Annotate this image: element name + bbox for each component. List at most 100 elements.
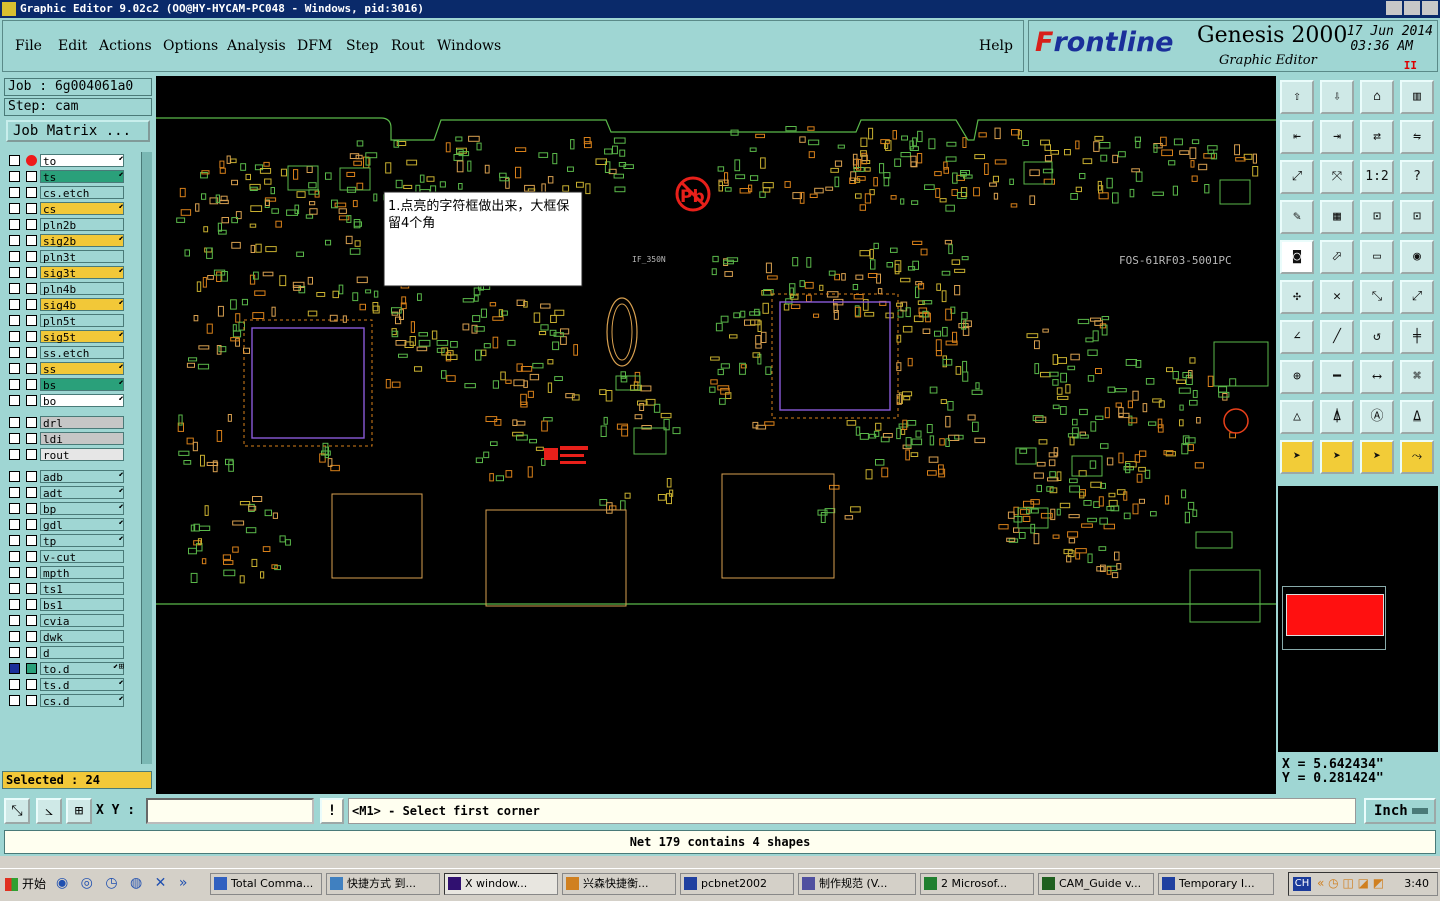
unit-selector[interactable]: Inch — [1364, 798, 1436, 824]
taskbar-item[interactable]: 2 Microsof... — [920, 873, 1034, 895]
layer-affected-checkbox[interactable] — [9, 679, 20, 690]
layer-row-mpth[interactable]: mpth — [6, 566, 126, 580]
resize-icon[interactable]: ⤢ — [1400, 280, 1434, 314]
layer-affected-checkbox[interactable] — [9, 583, 20, 594]
menu-step[interactable]: Step — [346, 38, 378, 54]
layer-display-checkbox[interactable] — [26, 615, 37, 626]
layer-row-adb[interactable]: adb ⬋ — [6, 470, 126, 484]
layer-row-pln2b[interactable]: pln2b — [6, 218, 126, 232]
layer-affected-checkbox[interactable] — [9, 449, 20, 460]
layer-affected-checkbox[interactable] — [9, 647, 20, 658]
layer-row-sig5t[interactable]: sig5t ⬋ — [6, 330, 126, 344]
rotate-icon[interactable]: ↺ — [1360, 320, 1394, 354]
layer-affected-checkbox[interactable] — [9, 417, 20, 428]
start-button[interactable]: 开始 — [2, 873, 48, 895]
layer-affected-checkbox[interactable] — [9, 251, 20, 262]
array-icon[interactable]: ╪ — [1400, 320, 1434, 354]
layer-affected-checkbox[interactable] — [9, 331, 20, 342]
menu-file[interactable]: File — [15, 38, 42, 54]
menu-options[interactable]: Options — [163, 38, 218, 54]
layer-display-checkbox[interactable] — [26, 155, 37, 166]
layer-display-checkbox[interactable] — [26, 283, 37, 294]
layer-display-checkbox[interactable] — [26, 567, 37, 578]
measure-icon[interactable]: ⊡ — [1360, 200, 1394, 234]
layer-display-checkbox[interactable] — [26, 315, 37, 326]
layer-affected-checkbox[interactable] — [9, 267, 20, 278]
layer-affected-checkbox[interactable] — [9, 379, 20, 390]
layer-display-checkbox[interactable] — [26, 599, 37, 610]
layer-affected-checkbox[interactable] — [9, 551, 20, 562]
layer-display-checkbox[interactable] — [26, 471, 37, 482]
panel-icon[interactable]: ▥ — [1400, 80, 1434, 114]
layer-display-checkbox[interactable] — [26, 695, 37, 706]
layer-affected-checkbox[interactable] — [9, 615, 20, 626]
layer-row-ts1[interactable]: ts1 — [6, 582, 126, 596]
layer-display-checkbox[interactable] — [26, 187, 37, 198]
taskbar-item[interactable]: Total Comma... — [210, 873, 322, 895]
layer-row-adt[interactable]: adt ⬋ — [6, 486, 126, 500]
zoom-window-icon[interactable]: ⤡ — [4, 798, 30, 824]
layer-list-scrollbar[interactable] — [141, 152, 152, 764]
layer-display-checkbox[interactable] — [26, 219, 37, 230]
pan-left-icon[interactable]: ⇤ — [1280, 120, 1314, 154]
layer-row-cs-etch[interactable]: cs.etch — [6, 186, 126, 200]
layer-row-ldi[interactable]: ldi — [6, 432, 126, 446]
circle-icon[interactable]: ◉ — [1400, 240, 1434, 274]
pointer-select-icon[interactable]: ➤ — [1320, 440, 1354, 474]
layer-row-cs-d[interactable]: cs.d ⬋ — [6, 694, 126, 708]
layer-affected-checkbox[interactable] — [9, 433, 20, 444]
route-icon[interactable]: ⤳ — [1400, 440, 1434, 474]
zoom-in-icon[interactable]: ⤧ — [1320, 160, 1354, 194]
layer-affected-checkbox[interactable] — [9, 363, 20, 374]
grid-snap-icon[interactable]: ⊞ — [66, 798, 92, 824]
layer-affected-checkbox[interactable] — [9, 487, 20, 498]
layer-affected-checkbox[interactable] — [9, 171, 20, 182]
layer-row-ts-d[interactable]: ts.d ⬋ — [6, 678, 126, 692]
layer-row-to[interactable]: to ⬋ — [6, 154, 126, 168]
layer-display-checkbox[interactable] — [26, 631, 37, 642]
layer-affected-checkbox[interactable] — [9, 567, 20, 578]
swap-icon[interactable]: ⇄ — [1360, 120, 1394, 154]
layer-display-checkbox[interactable] — [26, 379, 37, 390]
job-matrix-button[interactable]: Job Matrix ... — [6, 120, 150, 142]
menu-dfm[interactable]: DFM — [297, 38, 332, 54]
layer-row-cs[interactable]: cs ⬋ — [6, 202, 126, 216]
layer-row-bs[interactable]: bs ⬋ — [6, 378, 126, 392]
layer-affected-checkbox[interactable] — [9, 599, 20, 610]
layer-display-checkbox[interactable] — [26, 251, 37, 262]
pointer-alt-icon[interactable]: ➤ — [1360, 440, 1394, 474]
home-icon[interactable]: ⇧ — [1280, 80, 1314, 114]
menu-rout[interactable]: Rout — [391, 38, 425, 54]
layer-affected-checkbox[interactable] — [9, 219, 20, 230]
layer-display-checkbox[interactable] — [26, 551, 37, 562]
taskbar-item[interactable]: CAM_Guide v... — [1038, 873, 1154, 895]
layer-affected-checkbox[interactable] — [9, 347, 20, 358]
layer-affected-checkbox[interactable] — [9, 235, 20, 246]
layer-affected-checkbox[interactable] — [9, 503, 20, 514]
work-layer-icon[interactable] — [26, 663, 37, 674]
layer-affected-checkbox[interactable] — [9, 535, 20, 546]
layer-affected-checkbox[interactable] — [9, 299, 20, 310]
layer-affected-checkbox[interactable] — [9, 631, 20, 642]
help-icon[interactable]: ? — [1400, 160, 1434, 194]
layer-row-pln5t[interactable]: pln5t — [6, 314, 126, 328]
layer-row-cvia[interactable]: cvia — [6, 614, 126, 628]
minimize-button[interactable] — [1386, 1, 1402, 15]
layer-display-checkbox[interactable] — [26, 647, 37, 658]
layer-row-d[interactable]: d — [6, 646, 126, 660]
group-icon[interactable]: ⌘ — [1400, 360, 1434, 394]
layer-row-sig4b[interactable]: sig4b ⬋ — [6, 298, 126, 312]
span-icon[interactable]: ⟷ — [1360, 360, 1394, 394]
layer-affected-checkbox[interactable] — [9, 663, 20, 674]
layer-row-ss-etch[interactable]: ss.etch — [6, 346, 126, 360]
layer-row-pln3t[interactable]: pln3t — [6, 250, 126, 264]
layer-row-sig2b[interactable]: sig2b ⬋ — [6, 234, 126, 248]
layer-affected-checkbox[interactable] — [9, 395, 20, 406]
layer-display-checkbox[interactable] — [26, 331, 37, 342]
language-indicator[interactable]: CH — [1293, 877, 1311, 891]
layer-row-v-cut[interactable]: v-cut — [6, 550, 126, 564]
layer-row-to-d[interactable]: to.d ⬋⊞ — [6, 662, 126, 676]
layer-affected-checkbox[interactable] — [9, 519, 20, 530]
layer-row-drl[interactable]: drl — [6, 416, 126, 430]
scale-icon[interactable]: 1:2 — [1360, 160, 1394, 194]
